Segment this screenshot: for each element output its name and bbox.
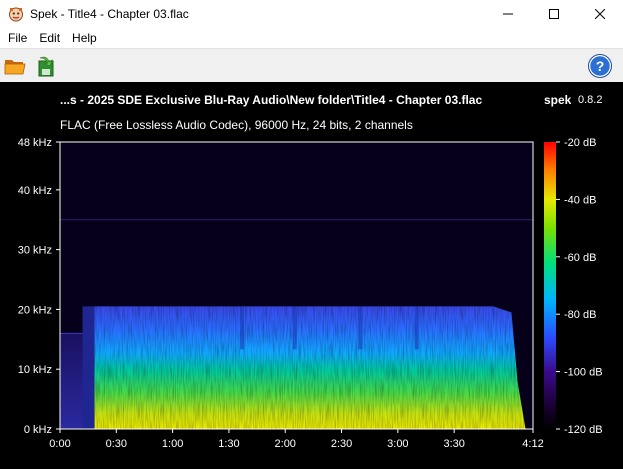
colorbar: -20 dB -40 dB -60 dB -80 dB -100 dB -120 dB — [544, 137, 603, 436]
colorbar-tick-label: -40 dB — [564, 194, 596, 206]
dip-2 — [358, 306, 363, 350]
x-tick-label: 2:00 — [275, 438, 296, 450]
y-tick-label: 40 kHz — [18, 185, 52, 197]
colorbar-tick-label: -20 dB — [564, 137, 596, 149]
colorbar-tick-label: -120 dB — [564, 424, 603, 436]
x-tick-label: 0:00 — [49, 438, 70, 450]
y-tick-label: 10 kHz — [18, 364, 52, 376]
x-tick-label: 1:00 — [162, 438, 183, 450]
minimize-icon — [503, 13, 513, 15]
open-button[interactable] — [3, 54, 27, 78]
save-image-button[interactable] — [34, 54, 58, 78]
dip-1 — [292, 306, 297, 350]
dip-0 — [240, 306, 245, 350]
open-folder-icon — [4, 60, 26, 75]
x-tick-label: 4:12 — [522, 438, 543, 450]
y-tick-label: 0 kHz — [24, 424, 52, 436]
y-tick-label: 48 kHz — [18, 137, 52, 149]
spectrogram-heatmap — [60, 142, 533, 429]
window-title: Spek - Title4 - Chapter 03.flac — [30, 7, 189, 21]
menu-file[interactable]: File — [2, 28, 33, 48]
close-button[interactable] — [577, 0, 623, 28]
menu-bar: File Edit Help — [0, 28, 623, 48]
y-tick-label: 20 kHz — [18, 304, 52, 316]
help-button[interactable]: ? — [588, 54, 612, 78]
help-icon: ? — [588, 54, 612, 78]
spectrogram-plot[interactable]: 0 kHz 10 kHz 20 kHz 30 kHz 40 kHz 48 kHz 0:00 0… — [0, 82, 623, 469]
menu-edit[interactable]: Edit — [33, 28, 66, 48]
save-image-icon — [38, 56, 54, 77]
y-tick-label: 30 kHz — [18, 245, 52, 257]
svg-text:?: ? — [596, 58, 605, 74]
colorbar-tick-label: -60 dB — [564, 252, 596, 264]
colorbar-tick-label: -80 dB — [564, 309, 596, 321]
close-icon — [595, 9, 605, 19]
dip-3 — [414, 306, 419, 350]
noise-region — [60, 333, 83, 429]
x-tick-label: 3:00 — [387, 438, 408, 450]
x-tick-label: 1:30 — [218, 438, 239, 450]
spek-window: Spek - Title4 - Chapter 03.flac File Edi… — [0, 0, 623, 469]
maximize-button[interactable] — [531, 0, 577, 28]
colorbar-tick-label: -100 dB — [564, 367, 603, 379]
title-bar[interactable]: Spek - Title4 - Chapter 03.flac — [0, 0, 623, 28]
spectrogram-view[interactable]: ...s - 2025 SDE Exclusive Blu-Ray Audio\… — [0, 82, 623, 469]
toolbar: ? — [0, 48, 623, 82]
x-tick-label: 2:30 — [331, 438, 352, 450]
music-grain — [94, 306, 526, 429]
colorbar-scale — [544, 142, 556, 429]
spek-icon — [9, 7, 23, 22]
minimize-button[interactable] — [485, 0, 531, 28]
x-tick-label: 0:30 — [106, 438, 127, 450]
maximize-icon — [549, 9, 559, 19]
menu-help[interactable]: Help — [66, 28, 103, 48]
x-tick-label: 3:30 — [443, 438, 464, 450]
